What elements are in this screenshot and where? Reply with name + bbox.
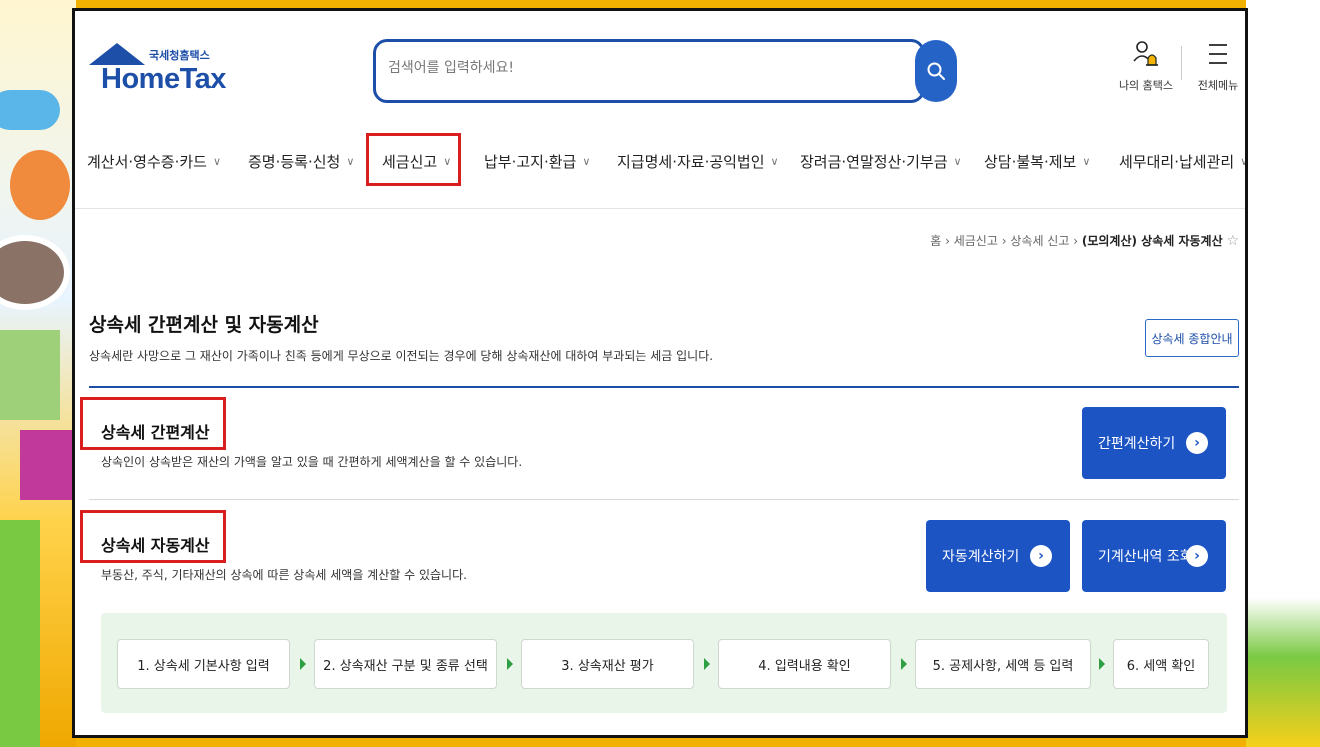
hometax-logo[interactable]: 국세청홈택스 HomeTax (89, 41, 226, 101)
nav-item-payment[interactable]: 납부·고지·환급 ∨ (484, 135, 590, 187)
arrow-right-icon (507, 658, 513, 670)
chevron-right-icon: › (1030, 545, 1052, 567)
step-5: 5. 공제사항, 세액 등 입력 (915, 639, 1091, 689)
search-input[interactable] (388, 60, 908, 76)
breadcrumb: 홈 › 세금신고 › 상속세 신고 › (모의계산) 상속세 자동계산 ☆ (930, 232, 1239, 249)
chevron-down-icon: ∨ (770, 154, 779, 168)
chevron-down-icon: ∨ (1240, 154, 1248, 168)
step-1: 1. 상속세 기본사항 입력 (117, 639, 290, 689)
search-icon (927, 62, 945, 80)
chevron-down-icon: ∨ (582, 154, 591, 168)
star-favorite-icon[interactable]: ☆ (1226, 233, 1239, 249)
arrow-right-icon (300, 658, 306, 670)
logo-title: HomeTax (101, 63, 226, 95)
all-menu-button[interactable]: 전체메뉴 (1193, 39, 1243, 93)
browser-frame: 국세청홈택스 HomeTax 나의 홈택스 전체메뉴 계산서·영수증·카드 ∨ 증… (72, 8, 1248, 738)
nav-item-label: 장려금·연말정산·기부금 (800, 152, 948, 171)
nav-item-label: 증명·등록·신청 (248, 152, 341, 171)
logo-subtitle: 국세청홈택스 (149, 49, 210, 62)
main-navigation: 계산서·영수증·카드 ∨ 증명·등록·신청 ∨ 세금신고 ∨ 납부·고지·환급 ∨ 지급… (75, 135, 1248, 187)
header-divider (1181, 46, 1182, 80)
chevron-down-icon: ∨ (1082, 154, 1091, 168)
step-2: 2. 상속재산 구분 및 종류 선택 (314, 639, 497, 689)
page-description: 상속세란 사망으로 그 재산이 가족이나 친족 등에게 무상으로 이전되는 경우… (89, 349, 714, 363)
arrow-right-icon (1099, 658, 1105, 670)
calculation-steps: 1. 상속세 기본사항 입력 2. 상속재산 구분 및 종류 선택 3. 상속재… (101, 613, 1227, 713)
breadcrumb-tax-filing[interactable]: 세금신고 (954, 234, 998, 248)
breadcrumb-current: (모의계산) 상속세 자동계산 (1081, 234, 1223, 248)
nav-highlight-box (366, 133, 461, 186)
simple-calc-button[interactable]: 간편계산하기 › (1082, 407, 1226, 479)
user-bell-icon (1133, 41, 1158, 66)
search-button[interactable] (915, 40, 957, 102)
nav-item-label: 상담·불복·제보 (984, 152, 1077, 171)
page-title: 상속세 간편계산 및 자동계산 (89, 314, 319, 336)
calc-history-button[interactable]: 기계산내역 조회 › (1082, 520, 1226, 592)
header-divider-line (75, 208, 1245, 209)
chevron-down-icon: ∨ (346, 154, 355, 168)
nav-item-incentives[interactable]: 장려금·연말정산·기부금 ∨ (800, 135, 962, 187)
search-box (373, 39, 925, 103)
chevron-right-icon: › (1186, 432, 1208, 454)
auto-calc-button-label: 자동계산하기 (942, 549, 1020, 565)
auto-calc-description: 부동산, 주식, 기타재산의 상속에 따른 상속세 세액을 계산할 수 있습니다… (101, 568, 467, 582)
nav-item-label: 지급명세·자료·공익법인 (617, 152, 765, 171)
step-6: 6. 세액 확인 (1113, 639, 1209, 689)
hamburger-menu-icon (1209, 44, 1227, 64)
breadcrumb-separator: › (1001, 234, 1007, 248)
section-divider (89, 386, 1239, 388)
all-menu-label: 전체메뉴 (1197, 79, 1239, 92)
background-illustration-right (1246, 0, 1320, 747)
breadcrumb-home[interactable]: 홈 (930, 234, 941, 248)
simple-calc-description: 상속인이 상속받은 재산의 가액을 알고 있을 때 간편하게 세액계산을 할 수… (101, 455, 523, 469)
simple-calc-button-label: 간편계산하기 (1098, 436, 1176, 452)
step-4: 4. 입력내용 확인 (718, 639, 891, 689)
auto-calc-button[interactable]: 자동계산하기 › (926, 520, 1070, 592)
background-illustration-left (0, 0, 76, 747)
nav-item-label: 세무대리·납세관리 (1119, 152, 1235, 171)
breadcrumb-separator: › (1073, 234, 1079, 248)
nav-item-tax-agent[interactable]: 세무대리·납세관리 ∨ (1119, 135, 1248, 187)
nav-item-certificates[interactable]: 증명·등록·신청 ∨ (248, 135, 354, 187)
nav-item-invoices[interactable]: 계산서·영수증·카드 ∨ (87, 135, 221, 187)
breadcrumb-separator: › (945, 234, 950, 248)
chevron-down-icon: ∨ (953, 154, 962, 168)
calc-history-button-label: 기계산내역 조회 (1098, 549, 1193, 565)
breadcrumb-inheritance[interactable]: 상속세 신고 (1010, 234, 1069, 248)
nav-item-label: 계산서·영수증·카드 (87, 152, 207, 171)
nav-item-label: 납부·고지·환급 (484, 152, 577, 171)
chevron-right-icon: › (1186, 545, 1208, 567)
nav-item-consultation[interactable]: 상담·불복·제보 ∨ (984, 135, 1090, 187)
arrow-right-icon (704, 658, 710, 670)
step-3: 3. 상속재산 평가 (521, 639, 694, 689)
arrow-right-icon (901, 658, 907, 670)
my-hometax-button[interactable]: 나의 홈택스 (1111, 39, 1181, 93)
inheritance-guide-button[interactable]: 상속세 종합안내 (1145, 319, 1239, 357)
chevron-down-icon: ∨ (212, 154, 221, 168)
nav-item-statements[interactable]: 지급명세·자료·공익법인 ∨ (617, 135, 779, 187)
house-roof-icon (89, 43, 145, 65)
simple-calc-highlight-box (80, 397, 226, 450)
my-hometax-label: 나의 홈택스 (1118, 79, 1174, 92)
section-divider-line (89, 499, 1239, 500)
auto-calc-highlight-box (80, 510, 226, 563)
